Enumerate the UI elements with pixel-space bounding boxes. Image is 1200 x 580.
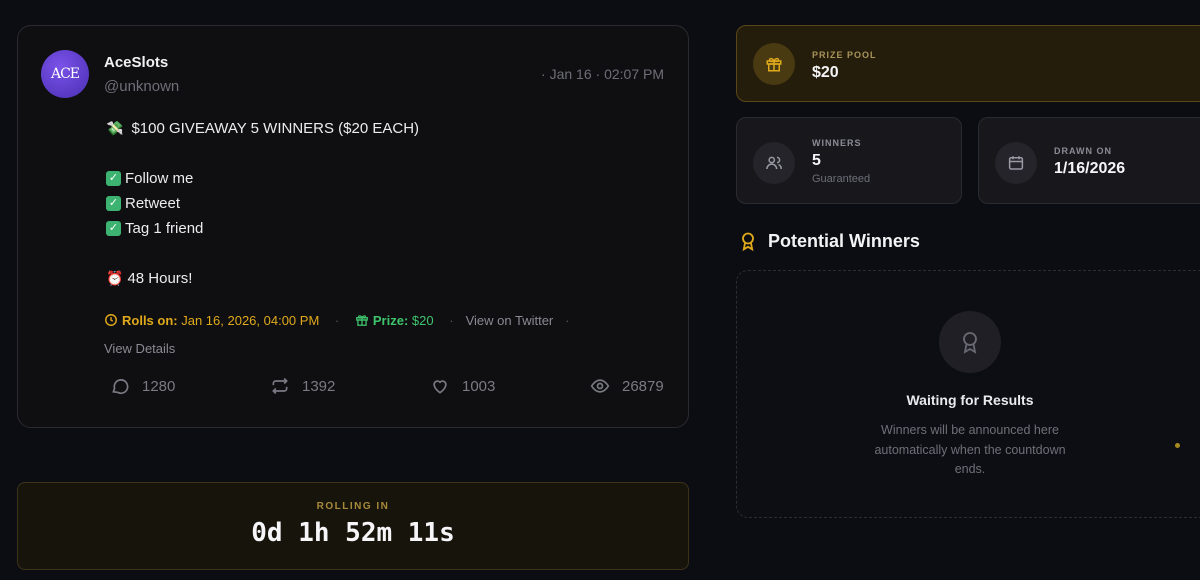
drawn-on-card: DRAWN ON 1/16/2026 bbox=[978, 117, 1200, 204]
tweet-line-empty bbox=[106, 141, 419, 166]
rolls-on: Rolls on: Jan 16, 2026, 04:00 PM bbox=[104, 313, 323, 328]
alarm-clock-icon: ⏰ bbox=[106, 270, 124, 286]
money-icon: 💸 bbox=[106, 120, 124, 136]
view-count: 26879 bbox=[622, 377, 664, 395]
tweet-text: Retweet bbox=[125, 195, 181, 212]
prize-label: Prize: bbox=[372, 313, 409, 328]
view-on-twitter-link[interactable]: View on Twitter bbox=[466, 313, 554, 328]
view-stat[interactable]: 26879 bbox=[590, 376, 664, 396]
countdown-label: ROLLING IN bbox=[316, 501, 390, 512]
retweet-stat[interactable]: 1392 bbox=[270, 376, 335, 396]
prize-icon-circle bbox=[753, 43, 795, 85]
view-details-link[interactable]: View Details bbox=[104, 341, 175, 356]
reply-stat[interactable]: 1280 bbox=[110, 376, 175, 396]
countdown-card: ROLLING IN 0d 1h 52m 11s bbox=[17, 482, 689, 570]
reply-icon bbox=[112, 379, 129, 395]
winners-card: WINNERS 5 Guaranteed bbox=[736, 117, 962, 204]
tweet-text: $100 GIVEAWAY 5 WINNERS ($20 EACH) bbox=[131, 120, 420, 137]
users-icon-circle bbox=[753, 142, 795, 184]
users-icon bbox=[766, 156, 782, 170]
gift-icon bbox=[766, 57, 782, 72]
tweet-line: ✓ Retweet bbox=[106, 191, 419, 216]
tweet-line: 💸 $100 GIVEAWAY 5 WINNERS ($20 EACH) bbox=[106, 116, 419, 141]
retweet-count: 1392 bbox=[302, 377, 336, 395]
rolls-on-value: Jan 16, 2026, 04:00 PM bbox=[181, 313, 320, 328]
heart-icon bbox=[433, 380, 447, 394]
winners-sub: Guaranteed bbox=[812, 173, 871, 185]
prize-pool-card: PRIZE POOL $20 bbox=[736, 25, 1200, 102]
drawn-on-label: DRAWN ON bbox=[1054, 146, 1112, 156]
calendar-icon-circle bbox=[995, 142, 1037, 184]
countdown-timer: 0d 1h 52m 11s bbox=[251, 518, 455, 548]
tweet-text: Follow me bbox=[125, 170, 194, 187]
tweet-line: ✓ Tag 1 friend bbox=[106, 216, 419, 241]
drawn-on-text: DRAWN ON 1/16/2026 bbox=[1054, 146, 1125, 178]
potential-winners-heading: Potential Winners bbox=[738, 230, 920, 252]
decorative-dot bbox=[1175, 443, 1180, 448]
tweet-body: 💸 $100 GIVEAWAY 5 WINNERS ($20 EACH) ✓ F… bbox=[106, 116, 419, 291]
prize-pool-label: PRIZE POOL bbox=[812, 50, 877, 60]
waiting-description: Winners will be announced here automatic… bbox=[874, 423, 1066, 476]
tweet-card: ACE AceSlots @unknown · Jan 16 · 02:07 P… bbox=[17, 25, 689, 428]
calendar-icon bbox=[1008, 156, 1024, 170]
eye-icon bbox=[590, 379, 610, 393]
prize-value: $20 bbox=[411, 313, 434, 328]
author-handle[interactable]: @unknown bbox=[104, 78, 179, 95]
waiting-results-panel: Waiting for Results Winners will be anno… bbox=[736, 270, 1200, 518]
award-icon bbox=[963, 332, 977, 354]
waiting-title: Waiting for Results bbox=[906, 392, 1034, 408]
winners-text: WINNERS 5 Guaranteed bbox=[812, 138, 870, 185]
rolls-on-label: Rolls on: bbox=[122, 313, 178, 328]
prize-info: Prize: $20 bbox=[351, 313, 437, 328]
page: ACE AceSlots @unknown · Jan 16 · 02:07 P… bbox=[0, 0, 1200, 580]
like-count: 1003 bbox=[462, 377, 496, 395]
gift-icon bbox=[355, 315, 368, 326]
tweet-meta-row: Rolls on: Jan 16, 2026, 04:00 PM · Prize… bbox=[104, 313, 570, 356]
winners-value: 5 bbox=[812, 152, 821, 169]
drawn-on-value: 1/16/2026 bbox=[1054, 160, 1126, 177]
tweet-line: ✓ Follow me bbox=[106, 166, 419, 191]
author-name[interactable]: AceSlots bbox=[104, 54, 168, 71]
prize-pool-text: PRIZE POOL $20 bbox=[812, 50, 877, 82]
tweet-text: Tag 1 friend bbox=[125, 220, 204, 237]
reply-count: 1280 bbox=[142, 377, 176, 395]
check-icon: ✓ bbox=[106, 196, 121, 211]
clock-icon bbox=[105, 314, 117, 326]
retweet-icon bbox=[272, 377, 288, 395]
like-stat[interactable]: 1003 bbox=[430, 376, 495, 396]
tweet-stats: 1280 1392 1003 26879 bbox=[110, 376, 670, 398]
prize-pool-value: $20 bbox=[812, 64, 839, 81]
tweet-timestamp: · Jan 16 · 02:07 PM bbox=[541, 66, 664, 82]
avatar-logo-text: ACE bbox=[50, 66, 80, 82]
avatar[interactable]: ACE bbox=[41, 50, 89, 98]
winners-label: WINNERS bbox=[812, 138, 862, 148]
award-icon bbox=[742, 232, 754, 252]
award-icon-circle bbox=[939, 311, 1001, 373]
check-icon: ✓ bbox=[106, 171, 121, 186]
tweet-text: 48 Hours! bbox=[127, 270, 193, 287]
tweet-line: ⏰ 48 Hours! bbox=[106, 266, 419, 291]
tweet-line-empty bbox=[106, 241, 419, 266]
check-icon: ✓ bbox=[106, 221, 121, 236]
potential-winners-title: Potential Winners bbox=[768, 230, 920, 251]
